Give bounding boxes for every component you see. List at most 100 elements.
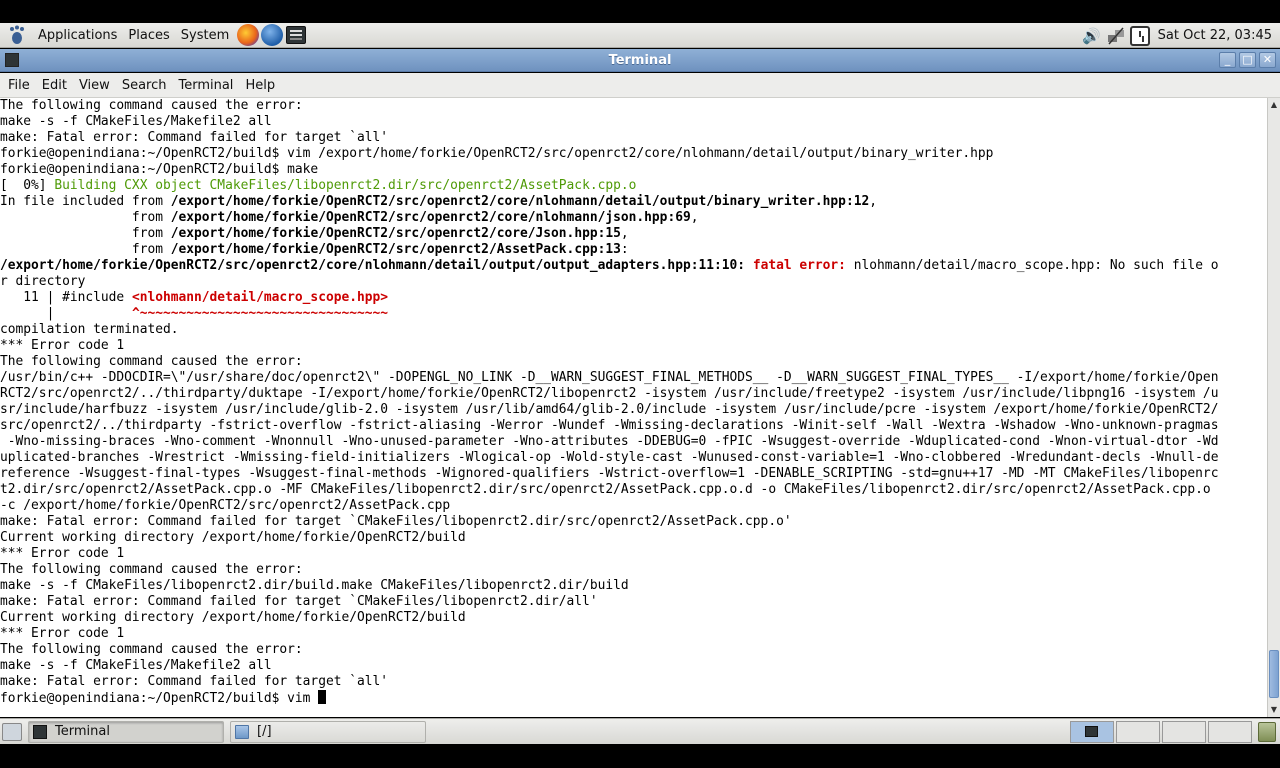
window-menu-icon[interactable] [5,53,19,67]
maximize-button[interactable]: □ [1239,52,1256,68]
terminal-text: reference -Wsuggest-final-types -Wsugges… [0,466,1219,481]
terminal-line: /export/home/forkie/OpenRCT2/src/openrct… [0,258,1267,274]
terminal-line: compilation terminated. [0,322,1267,338]
terminal-text: Current working directory /export/home/f… [0,610,466,625]
terminal-line: /usr/bin/c++ -DDOCDIR=\"/usr/share/doc/o… [0,370,1267,386]
network-icon[interactable] [1106,26,1126,46]
terminal-line: In file included from /export/home/forki… [0,194,1267,210]
terminal-text: *** Error code 1 [0,338,125,353]
menu-file[interactable]: File [2,73,36,98]
top-panel: Applications Places System 🔊 Sat Oct 22,… [0,23,1280,48]
minimize-button[interactable]: _ [1219,52,1236,68]
scroll-down-arrow-icon[interactable]: ▼ [1268,703,1280,717]
workspace-3[interactable] [1162,721,1206,743]
terminal-text: forkie@openindiana:~/OpenRCT2/build$ mak… [0,162,319,177]
terminal-line: make: Fatal error: Command failed for ta… [0,514,1267,530]
terminal-text: from [0,242,171,257]
terminal-icon [33,724,47,739]
workspace-1[interactable] [1070,721,1114,743]
applications-menu[interactable]: Applications [33,23,122,48]
terminal-scrollbar[interactable]: ▲ ▼ [1267,98,1280,717]
terminal-text: *** Error code 1 [0,626,125,641]
terminal-launcher[interactable] [285,24,307,46]
terminal-text: compilation terminated. [0,322,179,337]
terminal-line: The following command caused the error: [0,562,1267,578]
scrollbar-thumb[interactable] [1269,650,1279,698]
menu-bar: File Edit View Search Terminal Help [0,73,1280,98]
system-tray: 🔊 Sat Oct 22, 03:45 [1082,23,1280,48]
clock-icon [1129,25,1150,46]
terminal-text: -c /export/home/forkie/OpenRCT2/src/open… [0,498,451,513]
terminal-line: -c /export/home/forkie/OpenRCT2/src/open… [0,498,1267,514]
terminal-text: from [0,210,171,225]
bottom-panel: Terminal [/] [0,718,1280,744]
menu-search[interactable]: Search [116,73,173,98]
workspace-4[interactable] [1208,721,1252,743]
terminal-text: ^~~~~~~~~~~~~~~~~~~~~~~~~~~~~~~~~ [131,306,389,321]
terminal-text: *** Error code 1 [0,546,125,561]
taskbar-terminal[interactable]: Terminal [28,720,224,743]
terminal-text: The following command caused the error: [0,354,303,369]
terminal-text: fatal error: [752,258,846,273]
system-menu[interactable]: System [176,23,234,48]
folder-icon [235,724,249,739]
terminal-text: /export/home/forkie/OpenRCT2/src/openrct… [0,258,746,273]
terminal-line: uplicated-branches -Wrestrict -Wmissing-… [0,450,1267,466]
terminal-text: In file included from [0,194,171,209]
terminal-text: make: Fatal error: Command failed for ta… [0,594,598,609]
terminal-line: make: Fatal error: Command failed for ta… [0,594,1267,610]
taskbar-folder[interactable]: [/] [230,720,426,743]
terminal-text: make: Fatal error: Command failed for ta… [0,130,389,145]
menu-edit[interactable]: Edit [36,73,73,98]
terminal-text: /export/home/forkie/OpenRCT2/src/openrct… [170,226,621,241]
show-desktop-icon[interactable] [2,722,22,741]
terminal-text: /export/home/forkie/OpenRCT2/src/openrct… [170,242,621,257]
terminal-text: make -s -f CMakeFiles/Makefile2 all [0,114,272,129]
terminal-line: make -s -f CMakeFiles/libopenrct2.dir/bu… [0,578,1267,594]
terminal-text: , [620,226,629,241]
terminal-output[interactable]: The following command caused the error: m… [0,98,1267,717]
places-menu[interactable]: Places [123,23,174,48]
terminal-text: [ 0%] [0,178,55,193]
terminal-text: | [0,306,132,321]
terminal-text: Building CXX object CMakeFiles/libopenrc… [54,178,637,193]
terminal-line: [ 0%] Building CXX object CMakeFiles/lib… [0,178,1267,194]
terminal-text: make: Fatal error: Command failed for ta… [0,514,792,529]
volume-icon[interactable]: 🔊 [1082,26,1102,46]
terminal-line: *** Error code 1 [0,626,1267,642]
trash-icon[interactable] [1258,722,1276,742]
firefox-icon[interactable] [237,24,260,46]
close-button[interactable]: ✕ [1259,52,1276,68]
terminal-line: The following command caused the error: [0,642,1267,658]
terminal-text: r directory [0,274,86,289]
terminal-text: Current working directory /export/home/f… [0,530,466,545]
terminal-line: from /export/home/forkie/OpenRCT2/src/op… [0,226,1267,242]
thunderbird-icon[interactable] [261,24,284,46]
workspace-2[interactable] [1116,721,1160,743]
terminal-text: forkie@openindiana:~/OpenRCT2/build$ vim [0,691,319,706]
menu-help[interactable]: Help [239,73,281,98]
terminal-line: make -s -f CMakeFiles/Makefile2 all [0,658,1267,674]
window-titlebar[interactable]: Terminal _ □ ✕ [0,49,1280,72]
scroll-up-arrow-icon[interactable]: ▲ [1268,98,1280,112]
terminal-line: *** Error code 1 [0,338,1267,354]
terminal-text: The following command caused the error: [0,562,303,577]
terminal-line: forkie@openindiana:~/OpenRCT2/build$ mak… [0,162,1267,178]
terminal-line: Current working directory /export/home/f… [0,530,1267,546]
gnome-foot-icon[interactable] [6,24,28,46]
bottom-black-border [0,745,1280,768]
terminal-line: -Wno-missing-braces -Wno-comment -Wnonnu… [0,434,1267,450]
terminal-text: sr/include/harfbuzz -isystem /usr/includ… [0,402,1219,417]
workspace-window-thumbnail [1085,726,1098,737]
terminal-line: t2.dir/src/openrct2/AssetPack.cpp.o -MF … [0,482,1267,498]
panel-clock[interactable]: Sat Oct 22, 03:45 [1158,28,1272,43]
terminal-line: forkie@openindiana:~/OpenRCT2/build$ vim [0,690,1267,706]
terminal-text: t2.dir/src/openrct2/AssetPack.cpp.o -MF … [0,482,1211,497]
terminal-text: RCT2/src/openrct2/../thirdparty/duktape … [0,386,1219,401]
terminal-text: The following command caused the error: [0,642,303,657]
menu-terminal[interactable]: Terminal [172,73,239,98]
menu-view[interactable]: View [73,73,116,98]
terminal-line: *** Error code 1 [0,546,1267,562]
terminal-line: from /export/home/forkie/OpenRCT2/src/op… [0,242,1267,258]
terminal-text: src/openrct2/../thirdparty -fstrict-over… [0,418,1219,433]
